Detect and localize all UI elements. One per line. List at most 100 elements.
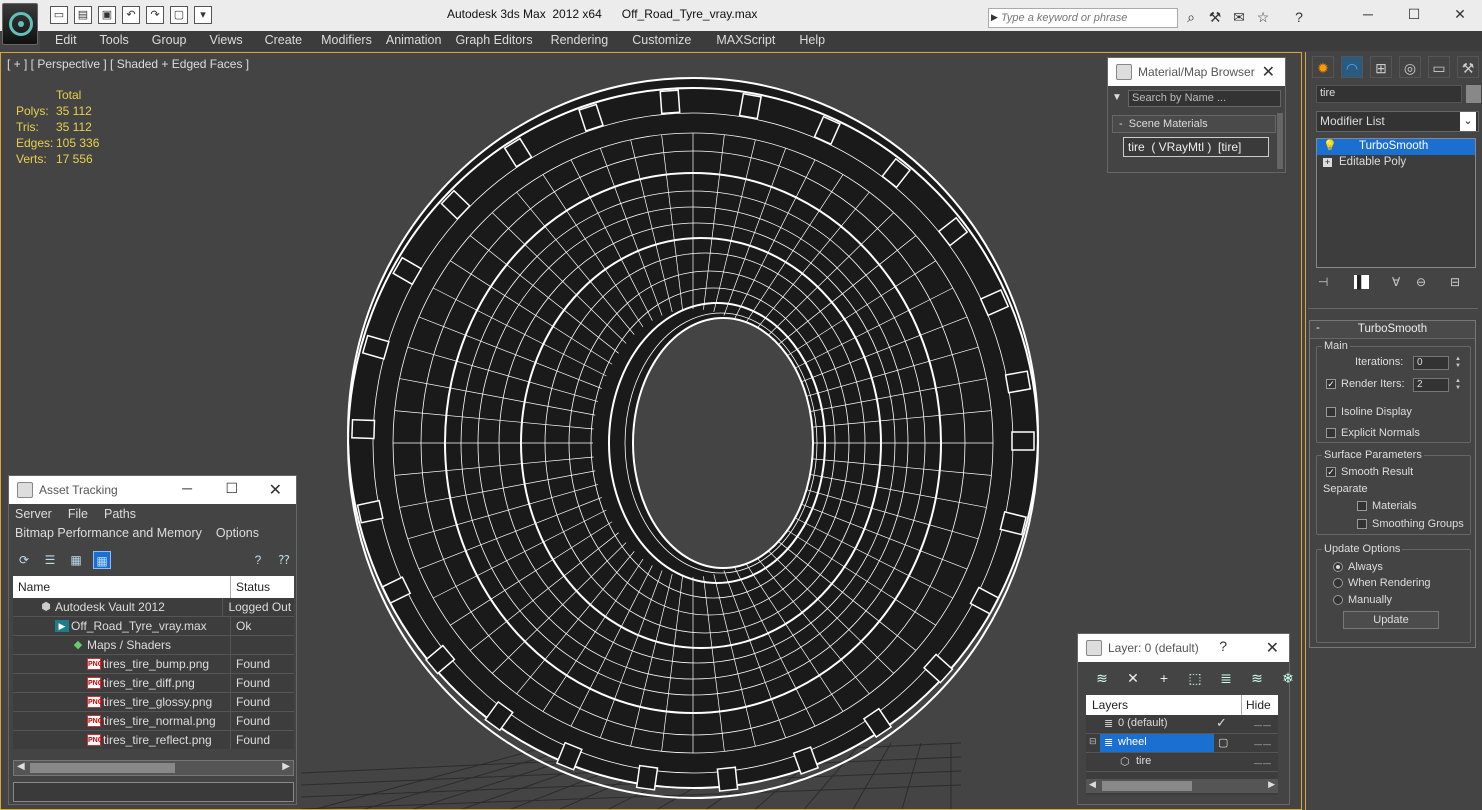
table-row[interactable]: PNG tires_tire_glossy.png Found: [13, 693, 294, 712]
collapse-toggle[interactable]: -: [1119, 118, 1123, 130]
communication-center-icon[interactable]: ✉: [1230, 8, 1248, 26]
redo-icon[interactable]: ↷: [146, 6, 164, 24]
layer-row[interactable]: ⬡ tire ——: [1086, 753, 1278, 772]
freeze-all-icon[interactable]: ❄: [1278, 668, 1298, 688]
viewport-label[interactable]: [ + ] [ Perspective ] [ Shaded + Edged F…: [7, 57, 249, 71]
menu-bitmap-performance[interactable]: Bitmap Performance and Memory: [15, 526, 202, 540]
menu-create[interactable]: Create: [265, 31, 303, 51]
asset-path-field[interactable]: [13, 782, 294, 802]
stack-item-turbosmooth[interactable]: 💡 TurboSmooth: [1317, 139, 1475, 155]
create-tab-icon[interactable]: ✹: [1312, 56, 1334, 78]
table-view-icon[interactable]: ▦: [93, 551, 111, 569]
search-expand-icon[interactable]: ▶: [991, 12, 998, 23]
menu-views[interactable]: Views: [209, 31, 242, 51]
modifier-list-dropdown[interactable]: Modifier List ⌄: [1316, 111, 1479, 132]
dropdown-arrow-icon[interactable]: ▾: [194, 6, 212, 24]
menu-edit[interactable]: Edit: [55, 31, 77, 51]
delete-layer-icon[interactable]: ✕: [1123, 668, 1143, 688]
scene-materials-group[interactable]: - Scene Materials: [1112, 115, 1276, 133]
subscription-icon[interactable]: ⚒: [1206, 8, 1224, 26]
layer-row[interactable]: ≣ 0 (default) ✓ ——: [1086, 715, 1278, 734]
expand-plus-icon[interactable]: +: [1323, 158, 1332, 167]
maximize-icon[interactable]: ☐: [225, 480, 238, 497]
active-layer-check-icon[interactable]: ✓: [1216, 715, 1227, 731]
column-layers[interactable]: Layers: [1086, 695, 1242, 715]
column-status[interactable]: Status: [231, 576, 275, 598]
spinner-arrows-icon[interactable]: ▲ ▼: [1454, 356, 1462, 370]
set-current-layer-icon[interactable]: ▢: [1218, 736, 1228, 749]
isoline-display-checkbox[interactable]: [1326, 407, 1336, 417]
scroll-right-icon[interactable]: ▶: [1268, 779, 1275, 790]
add-layer-icon[interactable]: +: [1154, 668, 1174, 688]
menu-tools[interactable]: Tools: [100, 31, 129, 51]
always-radio[interactable]: [1333, 562, 1343, 572]
panel-header[interactable]: Layer: 0 (default) ? ✕: [1078, 634, 1289, 662]
show-end-result-icon[interactable]: ▌: [1354, 275, 1369, 289]
spinner-arrows-icon[interactable]: ▲ ▼: [1454, 378, 1462, 392]
table-row[interactable]: PNG tires_tire_diff.png Found: [13, 674, 294, 693]
scrollbar[interactable]: [1277, 113, 1283, 169]
horizontal-scrollbar[interactable]: ◀ ▶: [13, 760, 294, 776]
list-view-icon[interactable]: ☰: [41, 551, 59, 569]
lightbulb-icon[interactable]: 💡: [1323, 139, 1337, 152]
open-file-icon[interactable]: ▤: [74, 6, 92, 24]
help-icon[interactable]: ?: [1219, 638, 1227, 654]
remove-modifier-icon[interactable]: ⊖: [1416, 275, 1426, 289]
table-row[interactable]: PNG tires_tire_reflect.png Found: [13, 731, 294, 749]
help-icon[interactable]: ?: [249, 551, 267, 569]
display-tab-icon[interactable]: ▭: [1428, 56, 1450, 78]
manually-radio[interactable]: [1333, 595, 1343, 605]
menu-paths[interactable]: Paths: [104, 507, 136, 521]
make-unique-icon[interactable]: ∀: [1392, 275, 1400, 289]
pin-stack-icon[interactable]: ⊣: [1318, 275, 1328, 289]
column-name[interactable]: Name: [13, 576, 231, 598]
unknown-help-icon[interactable]: ⁇: [275, 551, 293, 569]
scroll-left-icon[interactable]: ◀: [1089, 779, 1096, 790]
menu-graph-editors[interactable]: Graph Editors: [455, 31, 532, 51]
new-file-icon[interactable]: ▭: [50, 6, 68, 24]
smoothing-groups-checkbox[interactable]: [1357, 519, 1367, 529]
layer-row[interactable]: ⊟ ≣ wheel ▢ ——: [1086, 734, 1278, 753]
maximize-icon[interactable]: ☐: [1402, 4, 1426, 24]
collapse-icon[interactable]: ⊟: [1089, 736, 1097, 747]
refresh-icon[interactable]: ⟳: [15, 551, 33, 569]
hide-all-icon[interactable]: ≋: [1247, 668, 1267, 688]
undo-icon[interactable]: ↶: [122, 6, 140, 24]
scroll-left-icon[interactable]: ◀: [17, 761, 25, 772]
table-row[interactable]: PNG tires_tire_normal.png Found: [13, 712, 294, 731]
when-rendering-radio[interactable]: [1333, 578, 1343, 588]
binoculars-icon[interactable]: ⌕: [1182, 8, 1200, 26]
help-icon[interactable]: ?: [1290, 8, 1308, 26]
table-row[interactable]: ▶ Off_Road_Tyre_vray.max Ok: [13, 617, 294, 636]
update-button[interactable]: Update: [1343, 611, 1439, 629]
horizontal-scrollbar[interactable]: ◀ ▶: [1086, 779, 1278, 793]
menu-help[interactable]: Help: [799, 31, 825, 51]
iterations-spinner[interactable]: 0: [1413, 356, 1449, 370]
close-icon[interactable]: ✕: [1448, 4, 1472, 24]
scroll-right-icon[interactable]: ▶: [282, 761, 290, 772]
close-icon[interactable]: ✕: [1262, 62, 1275, 82]
menu-animation[interactable]: Animation: [386, 31, 442, 51]
select-objects-icon[interactable]: ⬚: [1185, 668, 1205, 688]
thumbnail-view-icon[interactable]: ▦: [67, 551, 85, 569]
panel-header[interactable]: Asset Tracking ✕ ☐ ─: [9, 476, 296, 504]
project-folder-icon[interactable]: ▢: [170, 6, 188, 24]
menu-customize[interactable]: Customize: [632, 31, 691, 51]
menu-server[interactable]: Server: [15, 507, 52, 521]
utilities-tab-icon[interactable]: ⚒: [1457, 56, 1479, 78]
hide-toggle[interactable]: ——: [1254, 740, 1272, 749]
highlight-layer-icon[interactable]: ≣: [1216, 668, 1236, 688]
material-item[interactable]: tire ( VRayMtl ) [tire]: [1123, 137, 1269, 157]
menu-rendering[interactable]: Rendering: [551, 31, 609, 51]
table-row[interactable]: ⬢ Autodesk Vault 2012 Logged Out: [13, 598, 294, 617]
hide-toggle[interactable]: ——: [1254, 759, 1272, 768]
close-icon[interactable]: ✕: [1266, 638, 1279, 658]
minimize-icon[interactable]: ─: [182, 480, 192, 496]
collapse-toggle[interactable]: -: [1316, 322, 1320, 334]
render-iters-checkbox[interactable]: ✓: [1326, 379, 1336, 389]
hide-toggle[interactable]: ——: [1254, 721, 1272, 730]
column-hide[interactable]: Hide: [1242, 695, 1275, 715]
chevron-down-icon[interactable]: ⌄: [1460, 112, 1476, 131]
scroll-thumb[interactable]: [30, 763, 175, 773]
material-search-input[interactable]: Search by Name ...: [1128, 90, 1281, 107]
